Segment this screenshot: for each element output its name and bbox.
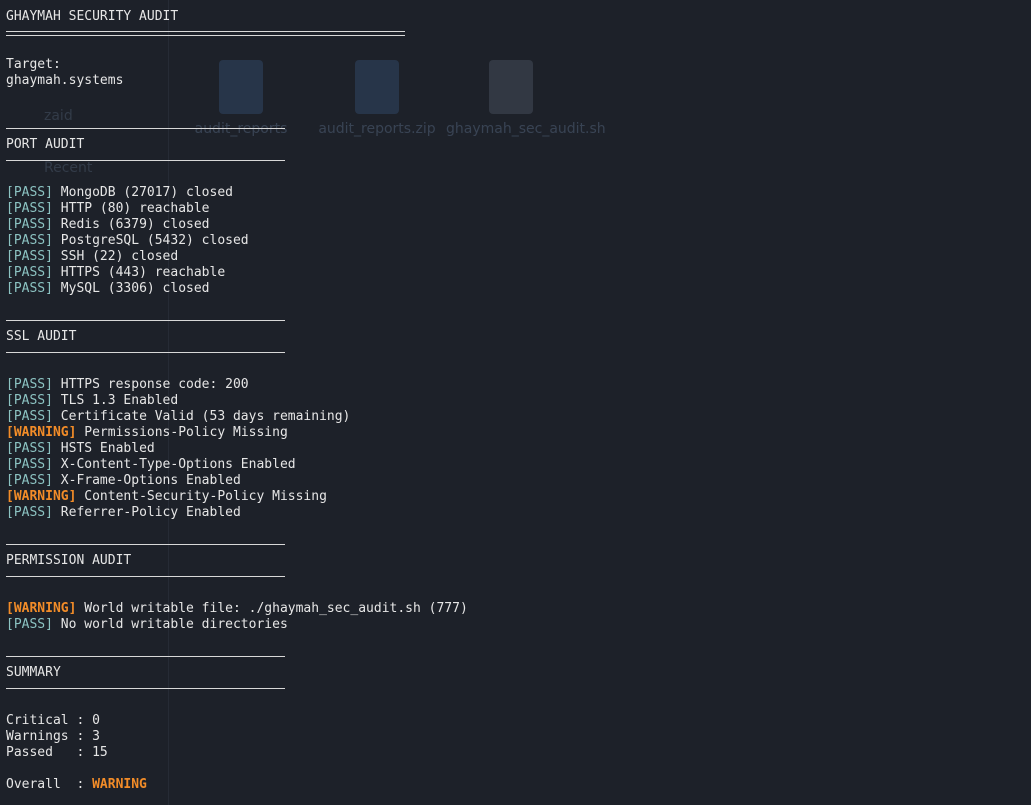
check-text: HSTS Enabled (60, 441, 155, 456)
check-text: X-Content-Type-Options Enabled (60, 457, 296, 472)
ssl-row: [PASS] X-Frame-Options Enabled (6, 473, 241, 489)
section-divider (6, 576, 285, 577)
summary-value: 3 (92, 729, 100, 744)
check-text: HTTPS (443) reachable (60, 265, 226, 280)
summary-label: Critical : (6, 713, 93, 728)
title-divider (6, 31, 405, 36)
summary-overall: Overall : WARNING (6, 777, 147, 793)
permission-row: [PASS] No world writable directories (6, 617, 288, 633)
section-title-port: PORT AUDIT (6, 137, 85, 152)
check-text: Permissions-Policy Missing (84, 425, 288, 440)
summary-label: Passed : (6, 745, 93, 760)
port-row: [PASS] SSH (22) closed (6, 249, 178, 265)
pass-tag: [PASS] (6, 617, 53, 632)
check-text: Redis (6379) closed (60, 217, 210, 232)
pass-tag: [PASS] (6, 377, 53, 392)
ssl-row: [WARNING] Content-Security-Policy Missin… (6, 489, 327, 505)
pass-tag: [PASS] (6, 505, 53, 520)
summary-value: 0 (92, 713, 100, 728)
overall-status: WARNING (92, 777, 147, 792)
check-text: No world writable directories (60, 617, 288, 632)
summary-critical: Critical : 0 (6, 713, 100, 729)
ghost-file-label: audit_reports (194, 121, 288, 137)
check-text: Content-Security-Policy Missing (84, 489, 327, 504)
summary-label: Overall : (6, 777, 93, 792)
port-row: [PASS] HTTPS (443) reachable (6, 265, 225, 281)
pass-tag: [PASS] (6, 281, 53, 296)
summary-value: 15 (92, 745, 108, 760)
section-divider (6, 544, 285, 545)
pass-tag: [PASS] (6, 441, 53, 456)
section-divider (6, 352, 285, 353)
summary-passed: Passed : 15 (6, 745, 108, 761)
section-divider (6, 160, 285, 161)
section-title-summary: SUMMARY (6, 665, 61, 680)
ghost-folder-icon: audit_reports (176, 60, 306, 138)
section-divider (6, 128, 285, 129)
check-text: X-Frame-Options Enabled (60, 473, 241, 488)
check-text: Certificate Valid (53 days remaining) (60, 409, 351, 424)
check-text: World writable file: ./ghaymah_sec_audit… (84, 601, 468, 616)
port-row: [PASS] Redis (6379) closed (6, 217, 210, 233)
ghost-zip-icon: audit_reports.zip (312, 60, 442, 138)
terminal-window[interactable]: zaid Recent audit_reports audit_reports.… (0, 0, 1031, 805)
pass-tag: [PASS] (6, 233, 53, 248)
check-text: SSH (22) closed (60, 249, 179, 264)
pass-tag: [PASS] (6, 201, 53, 216)
ssl-row: [PASS] X-Content-Type-Options Enabled (6, 457, 296, 473)
warning-tag: [WARNING] (6, 601, 77, 616)
summary-warnings: Warnings : 3 (6, 729, 100, 745)
pass-tag: [PASS] (6, 217, 53, 232)
target-label: Target: (6, 57, 61, 72)
port-row: [PASS] MySQL (3306) closed (6, 281, 210, 297)
port-row: [PASS] PostgreSQL (5432) closed (6, 233, 249, 249)
port-row: [PASS] MongoDB (27017) closed (6, 185, 233, 201)
check-text: MongoDB (27017) closed (60, 185, 233, 200)
section-divider (6, 656, 285, 657)
summary-label: Warnings : (6, 729, 93, 744)
warning-tag: [WARNING] (6, 489, 77, 504)
pass-tag: [PASS] (6, 457, 53, 472)
ghost-sidebar-item: Recent (44, 160, 93, 176)
report-title: GHAYMAH SECURITY AUDIT (6, 9, 179, 24)
ssl-row: [PASS] HSTS Enabled (6, 441, 155, 457)
ssl-row: [PASS] Referrer-Policy Enabled (6, 505, 241, 521)
permission-row: [WARNING] World writable file: ./ghaymah… (6, 601, 468, 617)
pass-tag: [PASS] (6, 393, 53, 408)
check-text: HTTP (80) reachable (60, 201, 210, 216)
ssl-row: [PASS] Certificate Valid (53 days remain… (6, 409, 350, 425)
ssl-row: [PASS] HTTPS response code: 200 (6, 377, 249, 393)
pass-tag: [PASS] (6, 249, 53, 264)
ghost-file-label: ghaymah_sec_audit.sh (446, 121, 606, 137)
section-divider (6, 688, 285, 689)
section-title-permission: PERMISSION AUDIT (6, 553, 132, 568)
check-text: MySQL (3306) closed (60, 281, 210, 296)
check-text: Referrer-Policy Enabled (60, 505, 241, 520)
pass-tag: [PASS] (6, 473, 53, 488)
pass-tag: [PASS] (6, 265, 53, 280)
ssl-row: [WARNING] Permissions-Policy Missing (6, 425, 288, 441)
ghost-sidebar-item: zaid (44, 108, 73, 124)
port-row: [PASS] HTTP (80) reachable (6, 201, 210, 217)
check-text: HTTPS response code: 200 (60, 377, 249, 392)
check-text: PostgreSQL (5432) closed (60, 233, 249, 248)
target-value: ghaymah.systems (6, 73, 124, 88)
check-text: TLS 1.3 Enabled (60, 393, 179, 408)
section-divider (6, 320, 285, 321)
pass-tag: [PASS] (6, 409, 53, 424)
ssl-row: [PASS] TLS 1.3 Enabled (6, 393, 178, 409)
warning-tag: [WARNING] (6, 425, 77, 440)
pass-tag: [PASS] (6, 185, 53, 200)
ghost-file-label: audit_reports.zip (318, 121, 436, 137)
section-title-ssl: SSL AUDIT (6, 329, 77, 344)
ghost-script-icon: ghaymah_sec_audit.sh (446, 60, 606, 138)
